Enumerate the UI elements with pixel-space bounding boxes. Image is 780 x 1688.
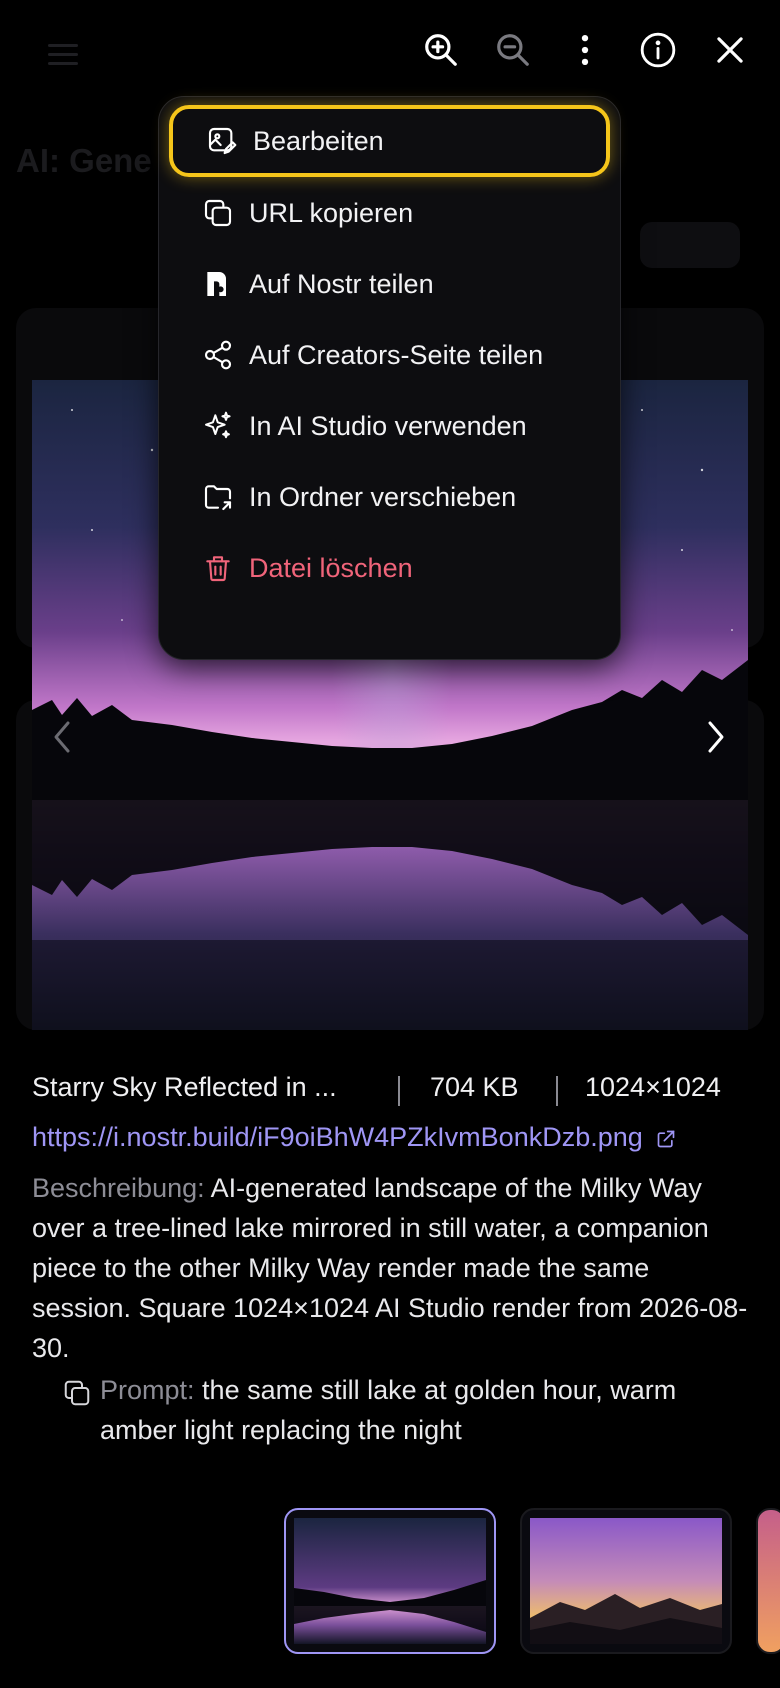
- trash-icon: [201, 551, 235, 585]
- menu-item-share-nostr[interactable]: Auf Nostr teilen: [169, 248, 610, 320]
- external-link-icon: [657, 1130, 675, 1148]
- file-dimensions: 1024×1024: [585, 1072, 721, 1102]
- menu-item-copy-url[interactable]: URL kopieren: [169, 177, 610, 249]
- menu-item-label: Auf Creators-Seite teilen: [249, 339, 544, 370]
- file-url[interactable]: https://i.nostr.build/iF9oiBhW4PZkIvmBon…: [32, 1122, 643, 1152]
- file-url-link[interactable]: https://i.nostr.build/iF9oiBhW4PZkIvmBon…: [32, 1122, 676, 1153]
- view-toggle: [640, 222, 740, 268]
- copy-prompt-icon[interactable]: [62, 1378, 92, 1408]
- next-arrow-icon[interactable]: [696, 712, 736, 762]
- info-icon[interactable]: [635, 27, 681, 73]
- menu-item-label: Bearbeiten: [253, 125, 384, 156]
- prompt-label: Prompt:: [100, 1375, 195, 1405]
- menu-item-label: In Ordner verschieben: [249, 481, 517, 512]
- thumbnail[interactable]: [520, 1508, 732, 1654]
- menu-item-label: URL kopieren: [249, 197, 414, 228]
- menu-item-label: In AI Studio verwenden: [249, 410, 527, 441]
- lightbox-toolbar: [0, 0, 780, 100]
- image-edit-icon: [205, 124, 239, 158]
- context-menu: Bearbeiten URL kopieren Auf Nostr teilen…: [158, 96, 621, 660]
- menu-item-edit[interactable]: Bearbeiten: [169, 105, 610, 177]
- menu-item-label: Auf Nostr teilen: [249, 268, 434, 299]
- share-icon: [201, 338, 235, 372]
- divider: [398, 1076, 400, 1106]
- zoom-in-icon[interactable]: [418, 27, 464, 73]
- menu-item-move-folder[interactable]: In Ordner verschieben: [169, 461, 610, 533]
- folder-move-icon: [201, 480, 235, 514]
- description-label: Beschreibung:: [32, 1173, 205, 1203]
- more-vertical-icon[interactable]: [562, 27, 608, 73]
- thumbnail-partial[interactable]: [756, 1508, 780, 1654]
- previous-arrow-icon[interactable]: [42, 712, 82, 762]
- divider: [556, 1076, 558, 1106]
- close-icon[interactable]: [707, 27, 753, 73]
- file-description: Beschreibung: AI-generated landscape of …: [32, 1168, 750, 1368]
- menu-item-label: Datei löschen: [249, 552, 413, 583]
- menu-item-ai-studio[interactable]: In AI Studio verwenden: [169, 390, 610, 462]
- file-prompt: Prompt: the same still lake at golden ho…: [100, 1370, 750, 1450]
- thumbnail-selected[interactable]: [284, 1508, 496, 1654]
- copy-icon: [201, 196, 235, 230]
- file-name: Starry Sky Reflected in ...: [32, 1072, 337, 1102]
- menu-item-delete-file[interactable]: Datei löschen: [169, 532, 610, 604]
- sparkles-icon: [201, 409, 235, 443]
- file-meta-row: Starry Sky Reflected in ... 704 KB 1024×…: [32, 1072, 750, 1118]
- file-size: 704 KB: [430, 1072, 519, 1102]
- zoom-out-icon[interactable]: [490, 27, 536, 73]
- nostr-icon: [201, 267, 235, 301]
- menu-item-share-creators[interactable]: Auf Creators-Seite teilen: [169, 319, 610, 391]
- page-title: AI: Gene: [16, 142, 152, 179]
